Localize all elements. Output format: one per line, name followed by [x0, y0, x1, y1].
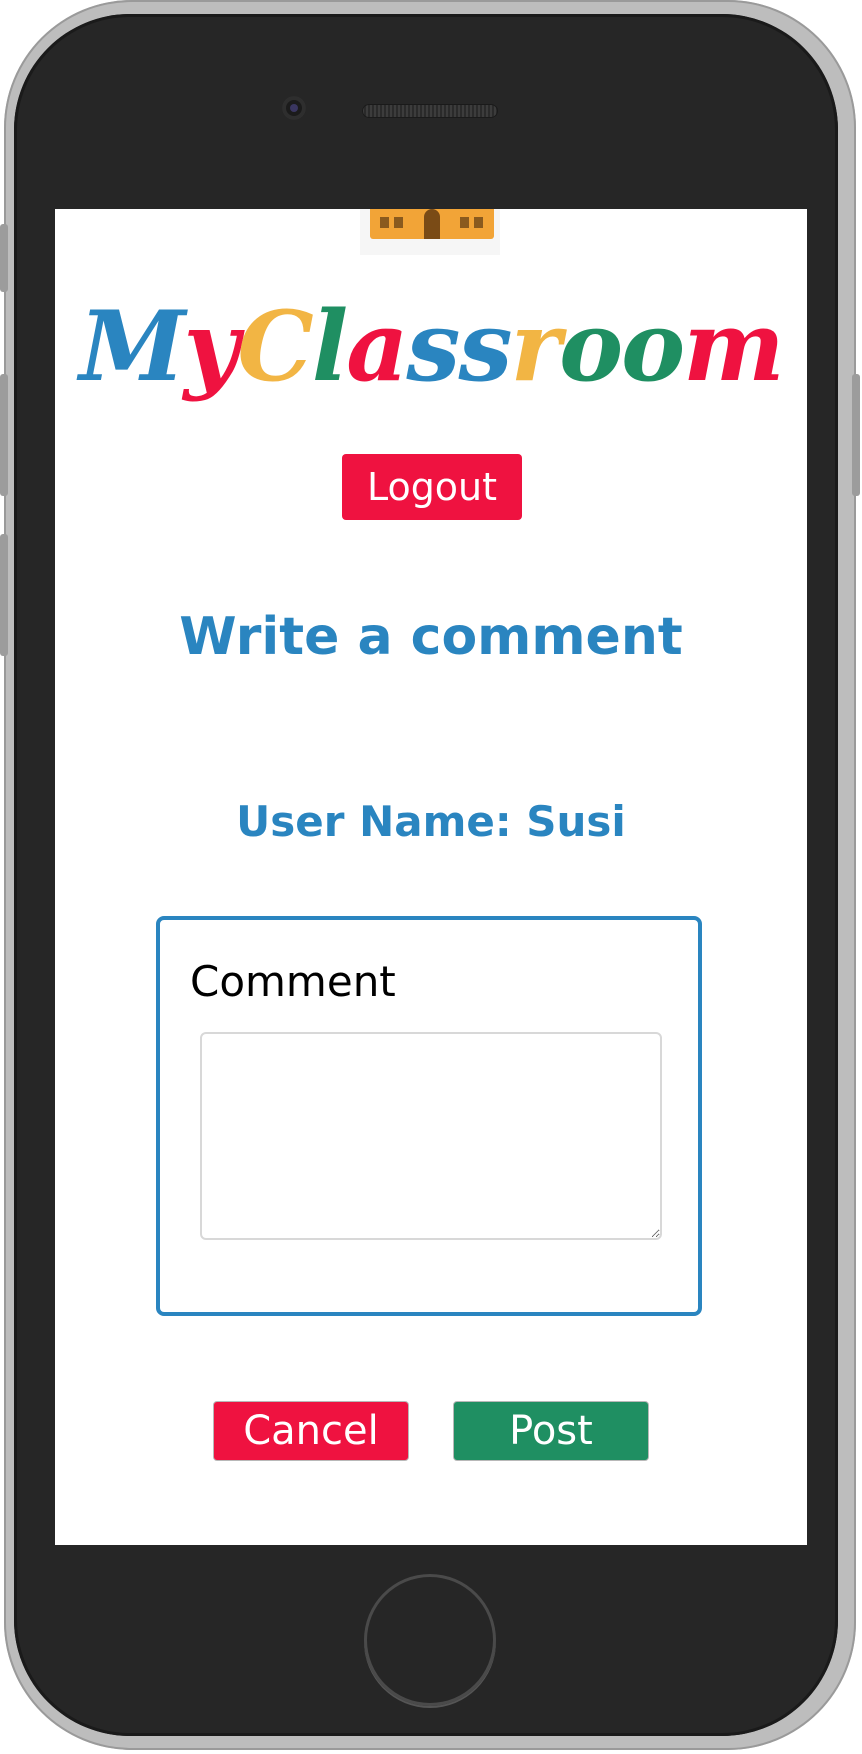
app-screen: MyClassroom Logout Write a comment User … [55, 209, 807, 1545]
logo-letter: y [183, 290, 240, 403]
user-name-label: User Name: [236, 797, 512, 846]
logo-letter: C [237, 290, 313, 403]
user-name-row: User Name: Susi [55, 792, 807, 852]
mute-switch [0, 224, 8, 292]
logo-letter: o [621, 290, 685, 403]
device-stage: MyClassroom Logout Write a comment User … [0, 0, 862, 1754]
door-shape [424, 209, 440, 239]
volume-down-button [0, 534, 8, 656]
logo-letter: s [406, 290, 460, 403]
logo-letter: s [458, 290, 512, 403]
earpiece-speaker [362, 104, 498, 118]
post-button[interactable]: Post [453, 1401, 649, 1461]
comment-textarea[interactable] [200, 1032, 662, 1240]
volume-up-button [0, 374, 8, 496]
school-icon [360, 209, 500, 255]
front-camera [282, 96, 306, 120]
window-shape [380, 217, 389, 228]
window-shape [394, 217, 403, 228]
cancel-button[interactable]: Cancel [213, 1401, 409, 1461]
school-building-shape [370, 209, 494, 239]
user-name-value: Susi [526, 797, 626, 846]
logout-button[interactable]: Logout [342, 454, 522, 520]
home-button[interactable] [364, 1574, 496, 1706]
page-title: Write a comment [179, 607, 683, 667]
logo-letter: M [79, 290, 185, 403]
comment-form-box: Comment [156, 916, 702, 1316]
window-shape [460, 217, 469, 228]
app-logo: MyClassroom [55, 287, 807, 407]
comment-label: Comment [190, 957, 396, 1006]
logo-letter: l [311, 290, 348, 403]
logo-letter: a [346, 290, 408, 403]
logo-letter: o [559, 290, 623, 403]
logo-letter: r [510, 290, 562, 403]
logo-letter: m [683, 290, 785, 403]
power-button [852, 374, 860, 496]
window-shape [474, 217, 483, 228]
